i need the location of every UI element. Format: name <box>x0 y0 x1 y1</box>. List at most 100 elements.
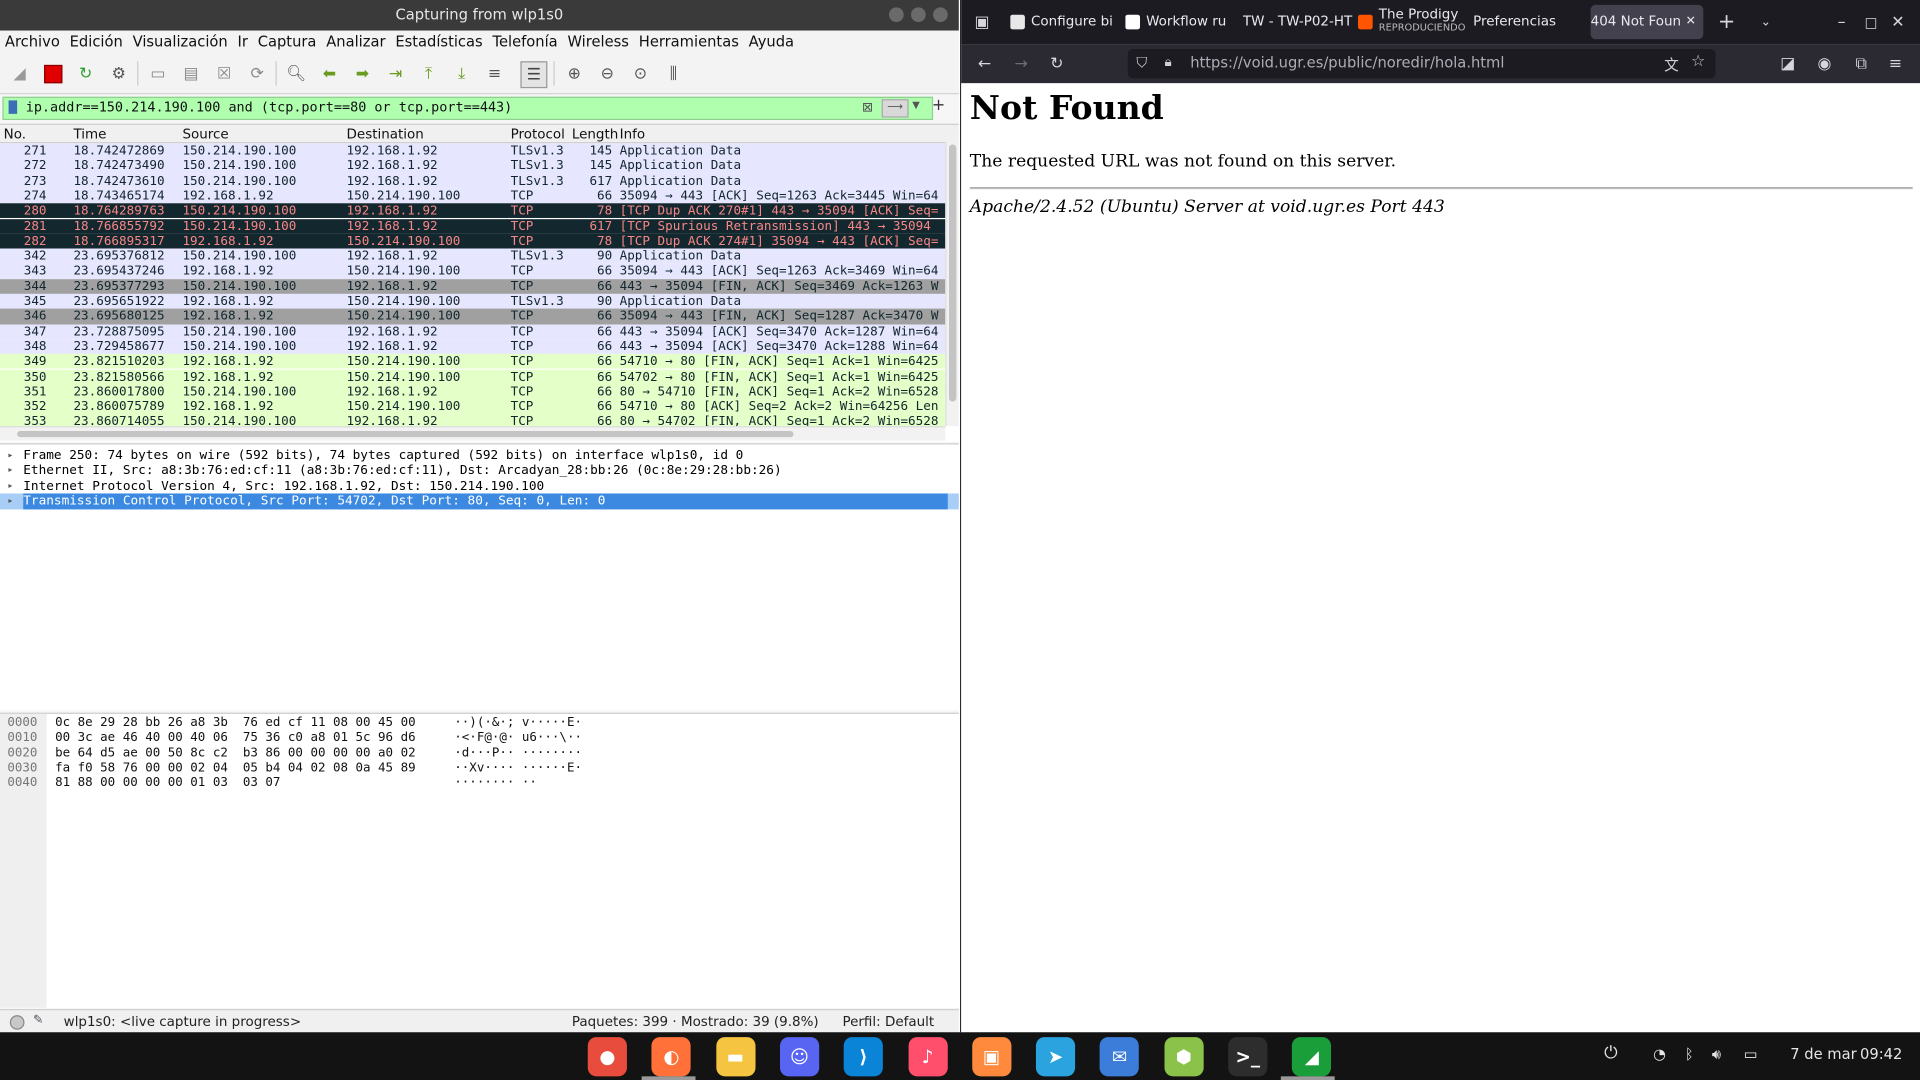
browser-tab[interactable]: 404 Not Foun ✕ <box>1590 4 1704 40</box>
packet-list-vertical-scrollbar[interactable] <box>945 142 959 427</box>
music-icon[interactable]: ♪ <box>907 1037 948 1077</box>
box-icon[interactable]: ⬢ <box>1164 1037 1204 1077</box>
hex-off[interactable]: 0040 <box>7 777 37 792</box>
store-icon[interactable]: ▣ <box>972 1037 1012 1077</box>
browser-tab[interactable]: Preferencias <box>1473 5 1588 39</box>
menu-item[interactable]: Visualización <box>128 31 233 50</box>
reload-file-icon[interactable]: ⟳ <box>245 61 269 85</box>
clock-label[interactable]: 09:42 <box>1860 1046 1902 1063</box>
forward-icon[interactable]: → <box>1010 53 1032 75</box>
menu-item[interactable]: Estadísticas <box>390 31 487 50</box>
close-window-icon[interactable]: ✕ <box>1887 11 1909 33</box>
stop-capture-button[interactable] <box>40 61 64 85</box>
edit-comment-icon[interactable]: ✎ <box>33 1014 43 1027</box>
browser-tab[interactable]: TW - TW-P02-HT <box>1243 5 1356 39</box>
packet-row[interactable]: 351 23.860017800 150.214.190.100 192.168.1.… <box>0 384 946 400</box>
expert-info-icon[interactable] <box>9 1015 25 1030</box>
url-bar[interactable]: ⛉ 🔒︎ https://void.ugr.es/public/noredir/… <box>1127 48 1716 79</box>
pocket-icon[interactable]: ◪ <box>1777 53 1799 75</box>
capture-options-icon[interactable]: ⚙ <box>107 61 131 85</box>
account-icon[interactable]: ◉ <box>1813 53 1835 75</box>
hex-bytes[interactable]: fa f0 58 76 00 00 02 04 05 b4 04 02 08 0… <box>55 762 416 777</box>
shield-icon[interactable]: ⛉ <box>1136 54 1147 72</box>
packet-row[interactable]: 352 23.860075789 192.168.1.92 150.214.190.1… <box>0 399 946 415</box>
minimize-button[interactable] <box>888 7 904 23</box>
bookmark-star-icon[interactable]: ☆ <box>1691 53 1705 71</box>
column-header[interactable]: Destination <box>347 126 424 142</box>
recorder-icon[interactable]: ● <box>587 1037 627 1077</box>
telegram-icon[interactable]: ➤ <box>1036 1037 1076 1077</box>
close-tab-icon[interactable]: ✕ <box>1686 5 1696 39</box>
bluetooth-icon[interactable]: ᛒ <box>1685 1046 1694 1063</box>
zoom-in-icon[interactable]: ⊕ <box>562 61 586 85</box>
hex-off[interactable]: 0020 <box>7 746 37 761</box>
new-tab-icon[interactable]: + <box>1716 10 1738 34</box>
detail-tree-item[interactable]: ▸ Internet Protocol Version 4, Src: 192.1… <box>0 479 959 494</box>
wifi-icon[interactable]: ◔ <box>1653 1046 1666 1063</box>
lock-icon[interactable]: 🔒︎ <box>1164 54 1171 71</box>
volume-icon[interactable]: 🔊︎ <box>1712 1046 1721 1064</box>
firefox-view-icon[interactable]: ▣ <box>971 11 993 33</box>
profile-label[interactable]: Perfil: Default <box>842 1014 934 1030</box>
packet-row[interactable]: 348 23.729458677 150.214.190.100 192.168.1.… <box>0 339 946 355</box>
files-icon[interactable]: ▬ <box>715 1037 756 1077</box>
power-icon[interactable]: ⏻ <box>1604 1043 1618 1063</box>
filter-dropdown-icon[interactable]: ▼ <box>912 99 920 110</box>
packet-row[interactable]: 347 23.728875095 150.214.190.100 192.168.1.… <box>0 323 946 340</box>
packet-row[interactable]: 271 18.742472869 150.214.190.100 192.168.1.… <box>0 143 946 159</box>
detail-tree-item[interactable]: ▸ Frame 250: 74 bytes on wire (592 bits),… <box>0 448 959 463</box>
menu-item[interactable]: Herramientas <box>634 31 744 50</box>
packet-row[interactable]: 272 18.742473490 150.214.190.100 192.168.1.… <box>0 158 946 174</box>
packet-row[interactable]: 282 18.766895317 192.168.1.92 150.214.190.1… <box>0 233 946 249</box>
column-header[interactable]: Time <box>73 126 106 142</box>
reload-icon[interactable]: ↻ <box>1046 53 1068 75</box>
column-header[interactable]: Length <box>572 126 618 142</box>
close-button[interactable] <box>933 7 948 23</box>
hex-bytes[interactable]: 81 88 00 00 00 00 01 03 03 07 <box>55 777 280 792</box>
restart-capture-icon[interactable]: ↻ <box>73 61 97 85</box>
go-back-icon[interactable]: ⬅ <box>317 61 341 85</box>
discord-icon[interactable]: ☺ <box>779 1037 820 1077</box>
browser-tab[interactable]: The Prodigy REPRODUCIENDO <box>1357 5 1468 39</box>
shark-fin-start-icon[interactable]: ◢ <box>7 61 31 85</box>
battery-icon[interactable]: ▭ <box>1744 1046 1758 1063</box>
packet-row[interactable]: 280 18.764289763 150.214.190.100 192.168.1.… <box>0 203 946 219</box>
hex-ascii[interactable]: ··)(·&·; v·····E· <box>454 716 582 731</box>
expand-arrow-icon[interactable]: ▸ <box>7 494 13 509</box>
hex-ascii[interactable]: ········ ·· <box>454 777 537 792</box>
hex-ascii[interactable]: ·d···P·· ········ <box>454 746 582 761</box>
column-header[interactable]: No. <box>4 126 26 142</box>
terminal-icon[interactable]: >_ <box>1228 1037 1268 1077</box>
hex-bytes[interactable]: be 64 d5 ae 00 50 8c c2 b3 86 00 00 00 0… <box>55 746 416 761</box>
zoom-reset-icon[interactable]: ⊙ <box>628 61 652 85</box>
back-icon[interactable]: ← <box>973 53 995 75</box>
url-text[interactable]: https://void.ugr.es/public/noredir/hola.… <box>1190 54 1504 71</box>
find-packet-icon[interactable]: 🔍︎ <box>284 61 308 85</box>
open-file-icon[interactable]: ▭ <box>146 61 170 85</box>
column-header[interactable]: Source <box>182 126 228 142</box>
menu-item[interactable]: Captura <box>253 31 322 50</box>
detail-tree-item[interactable]: ▸ Transmission Control Protocol, Src Port… <box>0 493 959 509</box>
hex-bytes[interactable]: 0c 8e 29 28 bb 26 a8 3b 76 ed cf 11 08 0… <box>55 716 416 731</box>
packet-row[interactable]: 281 18.766855792 150.214.190.100 192.168.1.… <box>0 218 946 234</box>
resize-columns-icon[interactable]: ⫼ <box>661 61 685 85</box>
go-first-icon[interactable]: ⤒ <box>416 61 440 85</box>
menu-item[interactable]: Ayuda <box>744 31 799 50</box>
apply-filter-button[interactable]: ⟶ <box>881 99 909 118</box>
wireshark-icon[interactable]: ◢ <box>1292 1037 1332 1077</box>
menu-item[interactable]: Telefonía <box>488 31 563 50</box>
translate-icon[interactable]: 文 <box>1664 54 1679 75</box>
add-filter-button-icon[interactable]: + <box>932 97 945 115</box>
display-filter-bar[interactable]: ip.addr==150.214.190.100 and (tcp.port==… <box>2 96 934 121</box>
extensions-icon[interactable]: ⧉ <box>1850 53 1872 75</box>
hex-off[interactable]: 0010 <box>7 731 37 746</box>
column-header[interactable]: Info <box>620 126 646 142</box>
expand-arrow-icon[interactable]: ▸ <box>7 479 13 494</box>
packet-row[interactable]: 273 18.742473610 150.214.190.100 192.168.1.… <box>0 173 946 189</box>
packet-row[interactable]: 343 23.695437246 192.168.1.92 150.214.190.1… <box>0 263 946 279</box>
hex-ascii[interactable]: ··Xv···· ······E· <box>454 762 582 777</box>
maximize-button[interactable] <box>911 7 926 23</box>
firefox-icon[interactable]: ◐ <box>651 1037 691 1077</box>
zoom-out-icon[interactable]: ⊖ <box>595 61 619 85</box>
browser-tab[interactable]: Workflow ru <box>1125 5 1243 39</box>
